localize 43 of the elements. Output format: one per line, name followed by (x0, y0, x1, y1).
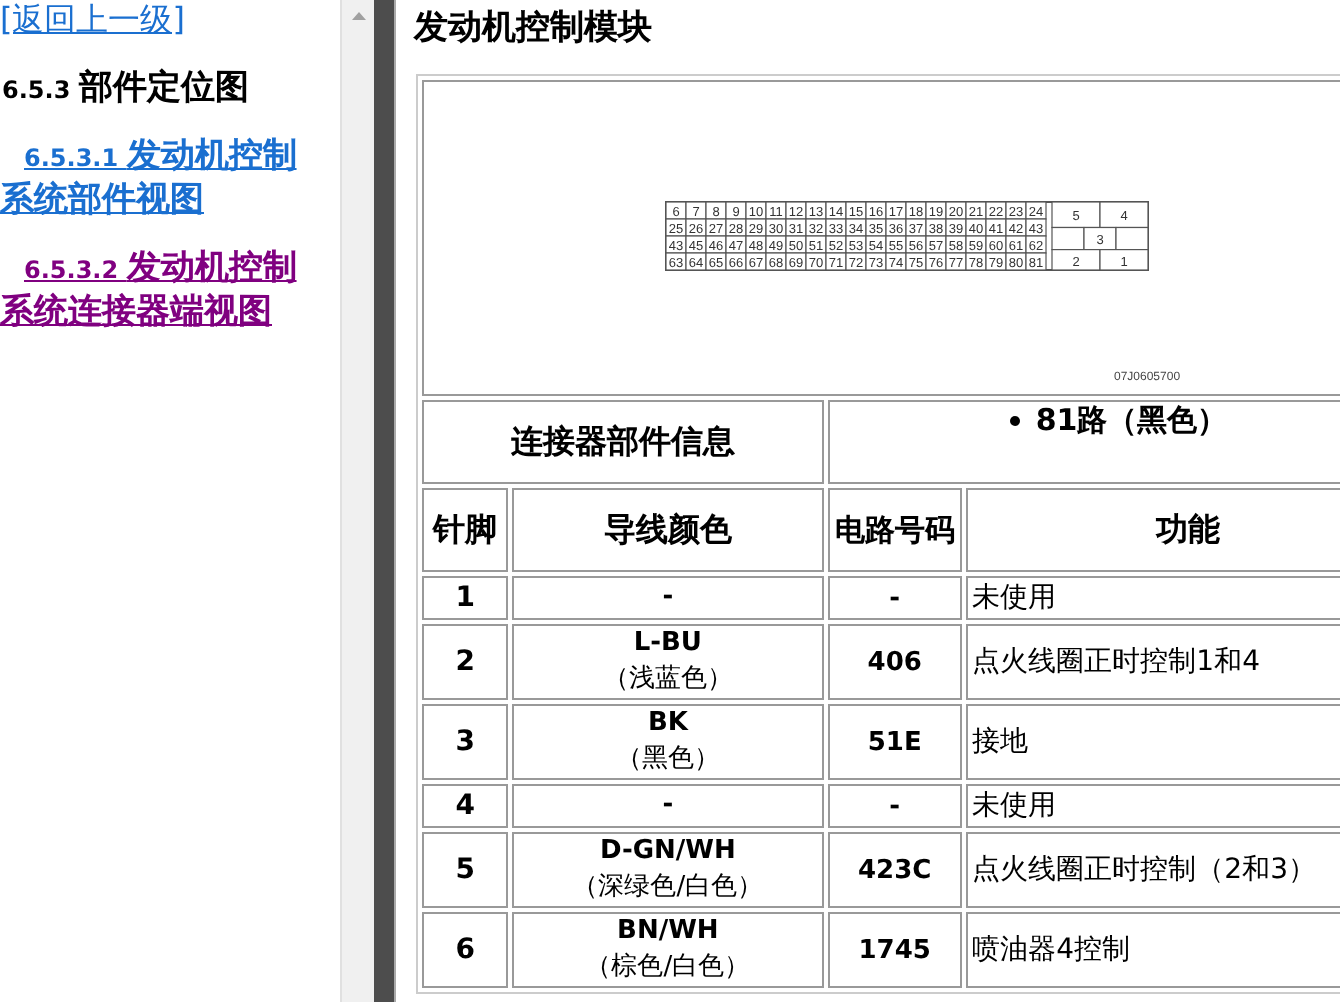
table-cell: 5 (422, 832, 509, 908)
table-cell: 连接器部件信息 (422, 400, 824, 484)
list-item: 81路（黑色） (1035, 402, 1228, 440)
column-header: 功能 (966, 488, 1340, 572)
table-cell-text: （浅蓝色） (600, 662, 735, 698)
table-cell: - (827, 576, 963, 620)
table-cell: 接地 (966, 704, 1340, 780)
page-title: 发动机控制模块 (414, 6, 654, 50)
scrollbar[interactable] (340, 0, 374, 1002)
table-cell-text: （黑色） (613, 742, 722, 778)
nav-link[interactable]: 6.5.3.2 发动机控制系统连接器端视图 (0, 248, 320, 334)
table-cell: 1745 (827, 912, 963, 988)
table-cell: 1 (422, 576, 509, 620)
table-cell: 423C (827, 832, 963, 908)
table-cell-text: BK (645, 706, 691, 742)
table-cell-text: （深绿色/白色） (570, 870, 766, 906)
table-cell: 51E (827, 704, 963, 780)
table-cell: 喷油器4控制 (966, 912, 1340, 988)
table-cell: 406 (827, 624, 963, 700)
column-header: 电路号码 (827, 488, 963, 572)
scroll-up-icon[interactable] (351, 12, 365, 20)
table-cell: 未使用 (966, 784, 1340, 828)
table-cell: 6 (422, 912, 509, 988)
table-cell-text: BN/WH (615, 914, 721, 950)
table-cell-text: - (660, 580, 676, 616)
table-cell-text: - (660, 788, 676, 824)
table-cell: 未使用 (966, 576, 1340, 620)
section-heading: 6.5.3 部件定位图 (2, 68, 251, 110)
bullet-icon (1009, 416, 1020, 426)
table-cell: - (827, 784, 963, 828)
back-link[interactable]: [返回上一级] (0, 0, 185, 40)
column-header: 针脚 (422, 488, 509, 572)
nav-link[interactable]: 6.5.3.1 发动机控制系统部件视图 (0, 136, 320, 222)
table-cell-text: D-GN/WH (597, 834, 738, 870)
table-cell: 点火线圈正时控制1和4 (966, 624, 1340, 700)
table-cell-text: （棕色/白色） (583, 950, 753, 986)
table-cell: 3 (422, 704, 509, 780)
splitter[interactable] (374, 0, 396, 1002)
table-cell: 4 (422, 784, 509, 828)
table-cell-text: L-BU (631, 626, 704, 662)
column-header: 导线颜色 (512, 488, 824, 572)
table-cell: 点火线圈正时控制（2和3） (966, 832, 1340, 908)
table-cell: 2 (422, 624, 509, 700)
